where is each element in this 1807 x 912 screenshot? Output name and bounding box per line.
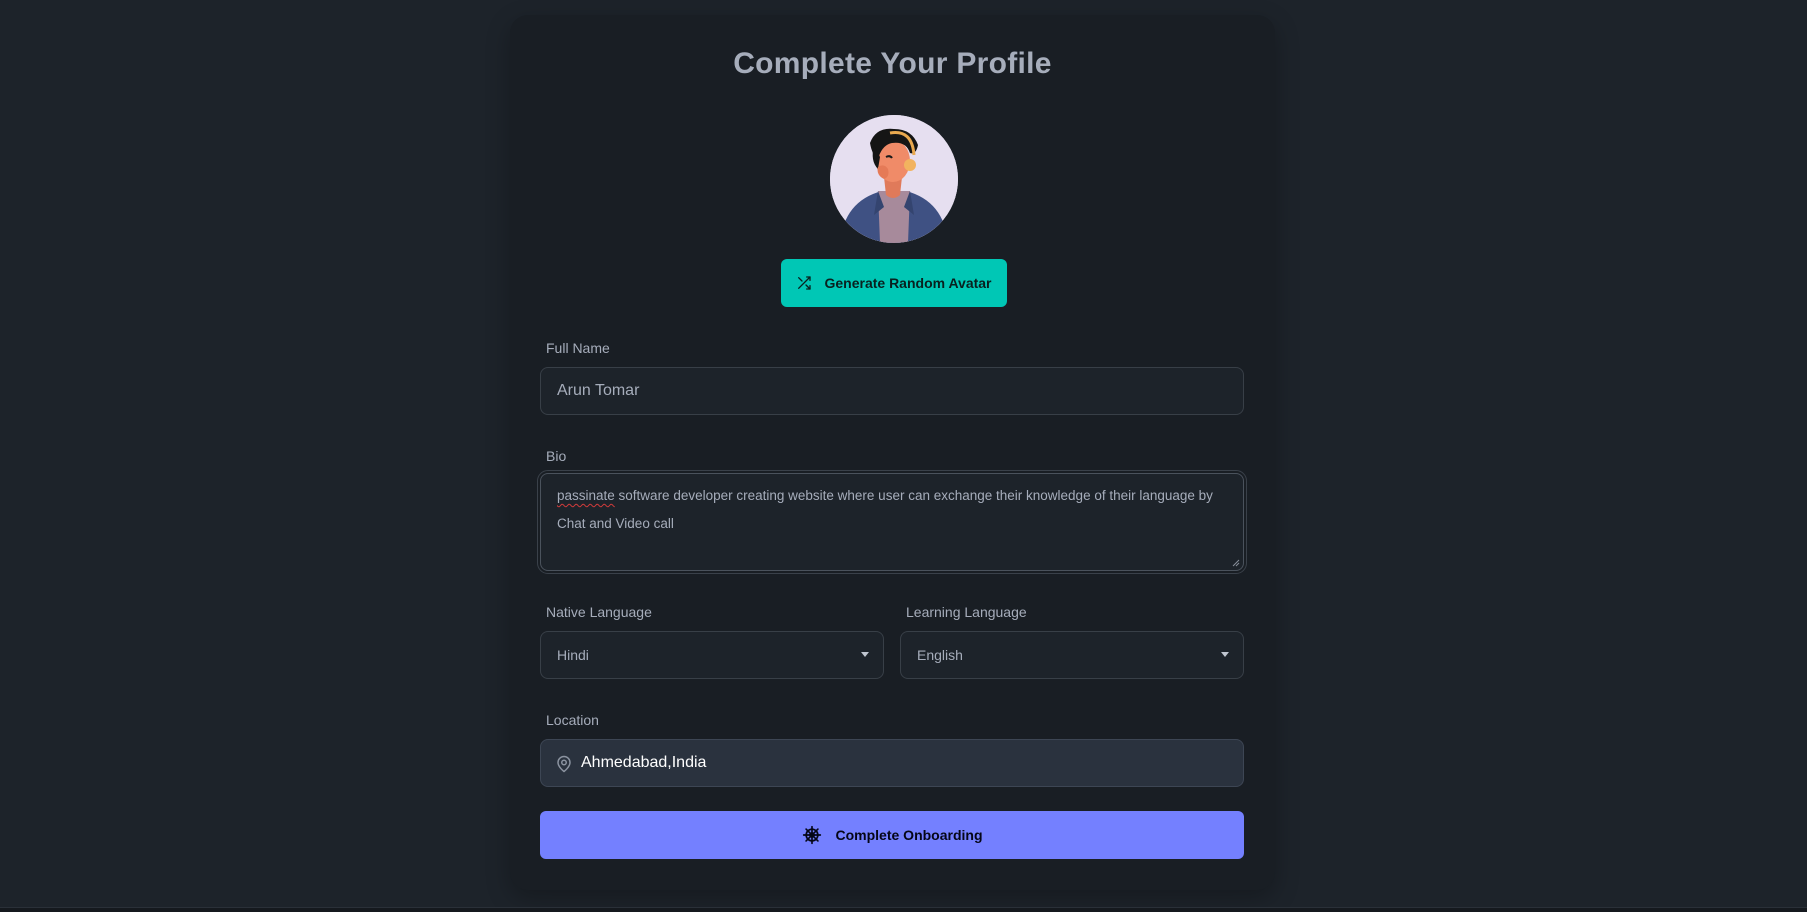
learning-language-value: English — [917, 647, 963, 663]
location-label: Location — [546, 712, 599, 728]
native-language-value: Hindi — [557, 647, 589, 663]
avatar-illustration — [830, 115, 958, 243]
bio-label: Bio — [546, 448, 567, 464]
generate-random-avatar-button[interactable]: Generate Random Avatar — [781, 259, 1007, 307]
page: Complete Your Profile Generate Random Av… — [0, 0, 1807, 912]
page-title: Complete Your Profile — [733, 47, 1052, 80]
onboarding-card: Complete Your Profile Generate Random Av… — [510, 15, 1275, 890]
location-value: Ahmedabad,India — [581, 754, 707, 771]
shuffle-icon — [798, 276, 812, 290]
window-bottom-edge — [0, 907, 1807, 912]
bio-textarea[interactable]: passinate software developer creating we… — [537, 470, 1247, 574]
full-name-value: Arun Tomar — [557, 382, 640, 399]
learning-language-label: Learning Language — [906, 604, 1027, 620]
learning-language-select[interactable]: English — [900, 631, 1244, 679]
complete-onboarding-label: Complete Onboarding — [835, 827, 983, 843]
generate-random-avatar-label: Generate Random Avatar — [824, 275, 992, 291]
chevron-down-icon — [1221, 652, 1229, 657]
location-input[interactable]: Ahmedabad,India — [540, 739, 1244, 787]
native-language-label: Native Language — [546, 604, 652, 620]
bio-text: software developer creating website wher… — [557, 488, 1213, 531]
resize-handle-icon[interactable] — [1232, 559, 1240, 567]
bio-misspelled-word: passinate — [557, 488, 615, 503]
complete-onboarding-button[interactable]: Complete Onboarding — [540, 811, 1244, 859]
steering-wheel-icon — [802, 825, 821, 845]
full-name-input[interactable]: Arun Tomar — [540, 367, 1244, 415]
chevron-down-icon — [861, 652, 869, 657]
native-language-select[interactable]: Hindi — [540, 631, 884, 679]
avatar — [830, 115, 958, 243]
full-name-label: Full Name — [546, 340, 610, 356]
map-pin-icon — [557, 755, 571, 773]
